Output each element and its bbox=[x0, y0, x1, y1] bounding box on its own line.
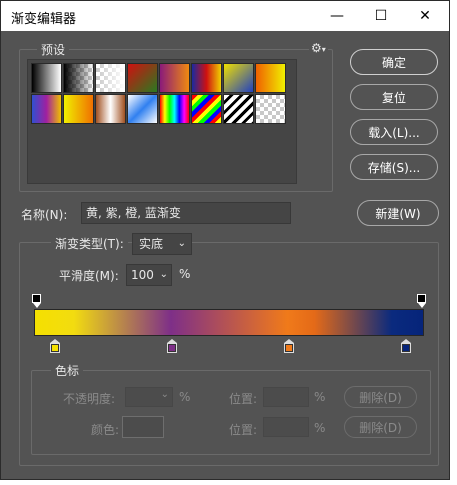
preset-swatch-area[interactable] bbox=[27, 59, 297, 184]
opacity-stop-right[interactable] bbox=[417, 294, 426, 309]
opacity-stop-left[interactable] bbox=[32, 294, 41, 309]
presets-label: 预设 bbox=[37, 41, 70, 58]
preset-swatch[interactable] bbox=[159, 94, 190, 124]
name-label: 名称(N): bbox=[21, 208, 68, 222]
color-location-label: 位置: bbox=[229, 423, 258, 437]
smoothness-label: 平滑度(M): bbox=[59, 269, 119, 283]
preset-swatch[interactable] bbox=[223, 63, 254, 93]
preset-swatch[interactable] bbox=[191, 63, 222, 93]
gradient-editor-window: 渐变编辑器 — ☐ ✕ 预设 ⚙▾ 确定 复位 载入(L)... 存储(S)..… bbox=[0, 0, 450, 480]
load-button[interactable]: 载入(L)... bbox=[350, 119, 438, 145]
preset-swatch[interactable] bbox=[63, 94, 94, 124]
ok-button[interactable]: 确定 bbox=[350, 49, 438, 75]
preset-swatch[interactable] bbox=[255, 94, 286, 124]
delete-opacity-stop-button[interactable]: 删除(D) bbox=[344, 386, 417, 408]
maximize-icon: ☐ bbox=[374, 8, 388, 24]
color-location-unit: % bbox=[314, 421, 326, 435]
preset-swatch[interactable] bbox=[127, 94, 158, 124]
stops-label: 色标 bbox=[51, 362, 84, 379]
opacity-input[interactable]: ⌄ bbox=[125, 387, 173, 407]
preset-swatch[interactable] bbox=[255, 63, 286, 93]
color-swatch[interactable] bbox=[122, 416, 164, 438]
opacity-label: 不透明度: bbox=[63, 392, 116, 406]
preset-swatch[interactable] bbox=[31, 94, 62, 124]
chevron-down-icon[interactable]: ⌄ bbox=[160, 265, 168, 285]
smoothness-input[interactable]: 100 ⌄ bbox=[126, 264, 172, 286]
preset-swatch[interactable] bbox=[95, 63, 126, 93]
preset-swatch[interactable] bbox=[159, 63, 190, 93]
color-stop[interactable] bbox=[50, 339, 61, 354]
chevron-down-icon: ⌄ bbox=[177, 238, 186, 249]
gradient-type-select[interactable]: 实底 ⌄ bbox=[132, 233, 192, 255]
name-input[interactable]: 黄, 紫, 橙, 蓝渐变 bbox=[81, 202, 291, 224]
smoothness-value: 100 bbox=[131, 268, 154, 282]
color-stop[interactable] bbox=[284, 339, 295, 354]
preset-swatch[interactable] bbox=[95, 94, 126, 124]
save-button[interactable]: 存储(S)... bbox=[350, 154, 438, 180]
preset-swatch[interactable] bbox=[31, 63, 62, 93]
title-bar[interactable]: 渐变编辑器 — ☐ ✕ bbox=[1, 1, 449, 31]
maximize-button[interactable]: ☐ bbox=[359, 1, 403, 31]
gradient-type-label: 渐变类型(T): bbox=[51, 235, 128, 252]
delete-color-stop-button[interactable]: 删除(D) bbox=[344, 416, 417, 438]
stops-group bbox=[31, 370, 431, 455]
color-stop[interactable] bbox=[401, 339, 412, 354]
minimize-icon: — bbox=[330, 8, 344, 24]
close-button[interactable]: ✕ bbox=[403, 1, 447, 31]
gradient-type-value: 实底 bbox=[139, 237, 164, 251]
window-title: 渐变编辑器 bbox=[11, 12, 77, 27]
preset-swatch[interactable] bbox=[191, 94, 222, 124]
new-button[interactable]: 新建(W) bbox=[357, 200, 439, 226]
color-location-input[interactable] bbox=[263, 417, 309, 437]
opacity-unit: % bbox=[179, 390, 191, 404]
gradient-preview-bar[interactable] bbox=[34, 309, 424, 336]
reset-button[interactable]: 复位 bbox=[350, 84, 438, 110]
color-stop[interactable] bbox=[167, 339, 178, 354]
opacity-location-input[interactable] bbox=[263, 387, 309, 407]
chevron-down-icon: ⌄ bbox=[160, 389, 169, 400]
opacity-location-unit: % bbox=[314, 390, 326, 404]
preset-swatch[interactable] bbox=[63, 63, 94, 93]
gear-icon[interactable]: ⚙▾ bbox=[309, 41, 328, 55]
color-label: 颜色: bbox=[91, 423, 120, 437]
minimize-button[interactable]: — bbox=[315, 1, 359, 31]
preset-swatch[interactable] bbox=[127, 63, 158, 93]
close-icon: ✕ bbox=[419, 8, 431, 24]
opacity-location-label: 位置: bbox=[229, 392, 258, 406]
preset-swatch[interactable] bbox=[223, 94, 254, 124]
smoothness-unit: % bbox=[179, 267, 191, 281]
